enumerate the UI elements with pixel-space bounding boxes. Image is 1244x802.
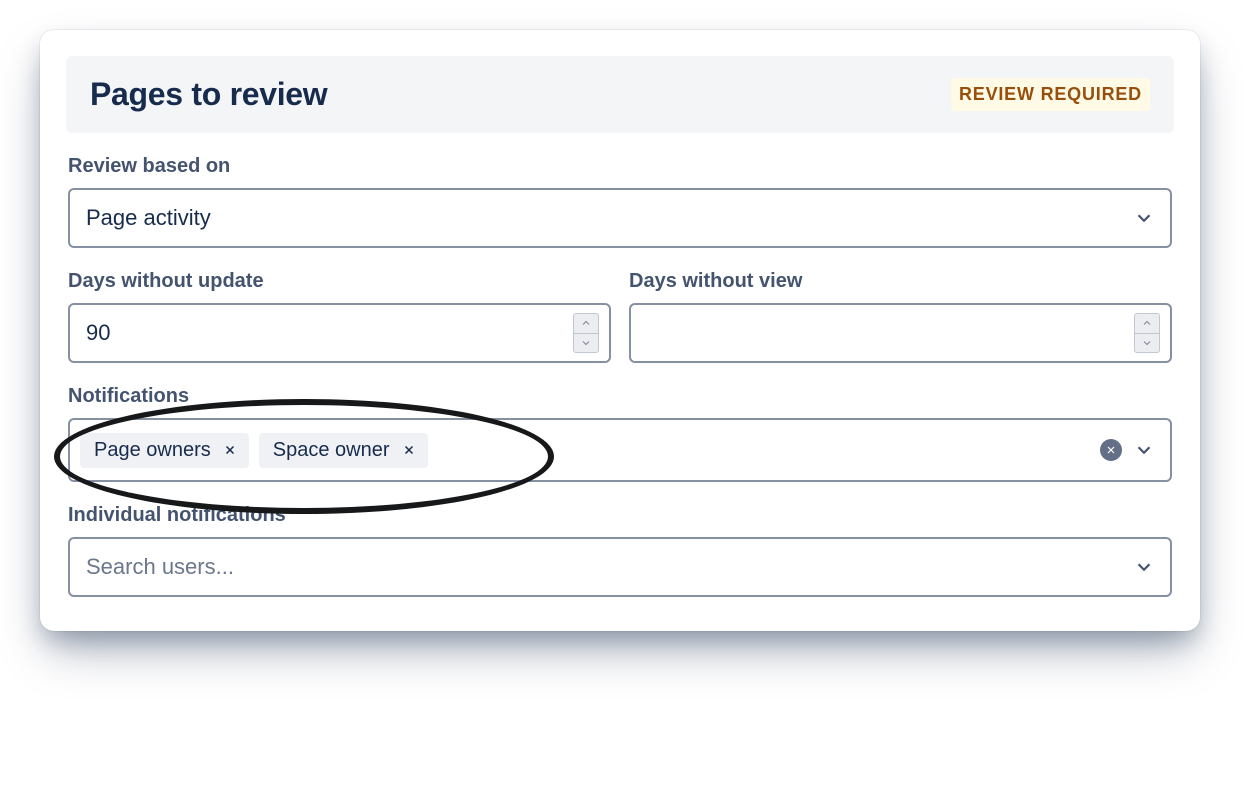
notifications-multiselect[interactable]: Page owners Space owner	[68, 418, 1172, 482]
notification-tag: Page owners	[80, 433, 249, 468]
review-basis-value: Page activity	[86, 205, 211, 231]
panel-header: Pages to review REVIEW REQUIRED	[66, 56, 1174, 133]
step-up-icon[interactable]	[1135, 314, 1159, 334]
notification-tag: Space owner	[259, 433, 428, 468]
review-required-badge: REVIEW REQUIRED	[951, 78, 1150, 111]
review-basis-label: Review based on	[68, 155, 1172, 178]
clear-all-icon[interactable]	[1100, 439, 1122, 461]
chevron-down-icon[interactable]	[1132, 438, 1156, 462]
chevron-down-icon[interactable]	[1132, 206, 1156, 230]
step-down-icon[interactable]	[574, 334, 598, 353]
chevron-down-icon[interactable]	[1132, 555, 1156, 579]
days-no-update-label: Days without update	[68, 270, 611, 293]
tag-label: Page owners	[94, 439, 211, 462]
days-no-view-input[interactable]	[629, 303, 1172, 363]
panel-title: Pages to review	[90, 76, 327, 113]
number-stepper[interactable]	[1134, 313, 1160, 353]
days-no-update-input[interactable]: 90	[68, 303, 611, 363]
individual-notifications-select[interactable]: Search users...	[68, 537, 1172, 597]
days-no-view-label: Days without view	[629, 270, 1172, 293]
step-down-icon[interactable]	[1135, 334, 1159, 353]
tag-label: Space owner	[273, 439, 390, 462]
number-stepper[interactable]	[573, 313, 599, 353]
days-no-update-value: 90	[86, 320, 110, 346]
notifications-label: Notifications	[68, 385, 1172, 408]
pages-to-review-panel: Pages to review REVIEW REQUIRED Review b…	[40, 30, 1200, 631]
individual-placeholder: Search users...	[86, 554, 234, 580]
remove-tag-icon[interactable]	[221, 441, 239, 459]
remove-tag-icon[interactable]	[400, 441, 418, 459]
step-up-icon[interactable]	[574, 314, 598, 334]
individual-notifications-label: Individual notifications	[68, 504, 1172, 527]
form: Review based on Page activity Days witho…	[66, 155, 1174, 597]
review-basis-select[interactable]: Page activity	[68, 188, 1172, 248]
